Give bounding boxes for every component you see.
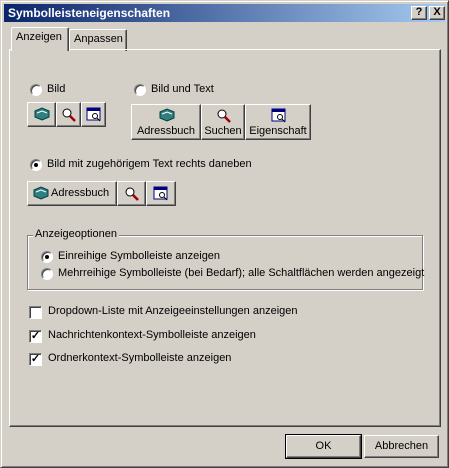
close-button[interactable]: X: [429, 6, 445, 20]
tab-anzeigen-label: Anzeigen: [16, 31, 62, 43]
title-bar[interactable]: Symbolleisteneigenschaften ? X: [4, 4, 445, 22]
ok-button[interactable]: OK: [285, 434, 362, 459]
window-title: Symbolleisteneigenschaften: [8, 6, 171, 20]
tab-anpassen[interactable]: Anpassen: [69, 29, 127, 51]
help-button[interactable]: ?: [411, 6, 427, 20]
tab-panel: [9, 49, 441, 427]
cancel-button[interactable]: Abbrechen: [364, 435, 439, 458]
dialog-window: Symbolleisteneigenschaften ? X Anzeigen …: [0, 0, 449, 468]
tab-anpassen-label: Anpassen: [74, 33, 123, 45]
tab-anzeigen[interactable]: Anzeigen: [11, 27, 69, 51]
